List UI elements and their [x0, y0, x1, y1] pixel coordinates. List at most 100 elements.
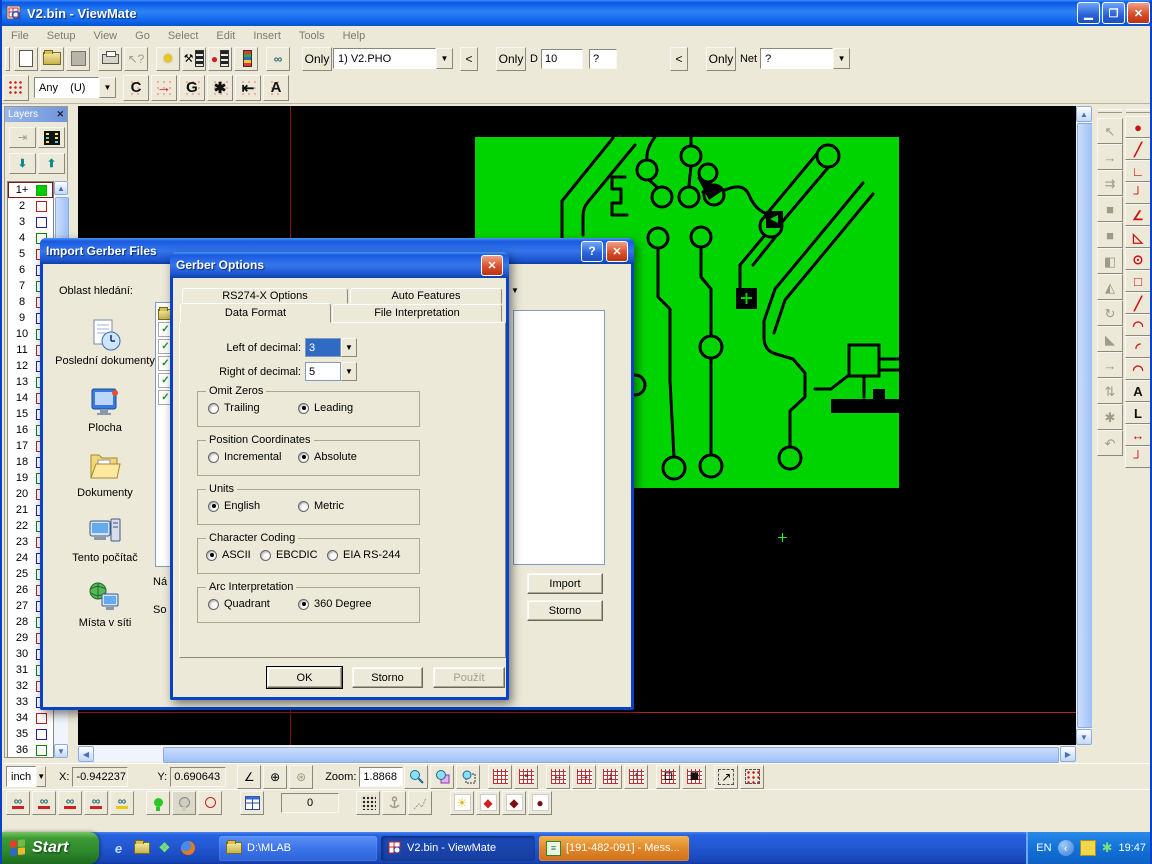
canvas-vscrollbar[interactable]: ▲ ▼: [1076, 106, 1092, 745]
new-file-button[interactable]: [14, 47, 38, 71]
corner-trace-tool-button[interactable]: ┘: [1125, 182, 1151, 204]
film-setup-button[interactable]: ⚒: [182, 47, 206, 71]
layer-row[interactable]: 35: [8, 726, 53, 742]
dialog-close-button[interactable]: ✕: [481, 255, 503, 276]
only-layer-button[interactable]: Only: [302, 47, 332, 71]
radio-quadrant[interactable]: Quadrant: [208, 598, 270, 610]
radio-eia-rs244[interactable]: EIA RS-244: [327, 549, 400, 561]
pattern-diamond-icon[interactable]: ◆: [476, 791, 500, 815]
tray-flower-icon[interactable]: ✱: [1102, 840, 1113, 856]
radio-incremental[interactable]: Incremental: [208, 451, 281, 463]
vector-path-button[interactable]: [408, 791, 432, 815]
film-dcode-button[interactable]: ●: [208, 47, 232, 71]
place-recent-documents[interactable]: Poslední dokumenty: [55, 318, 155, 367]
quicklaunch-book-icon[interactable]: ❖: [155, 839, 174, 858]
settings-tool-button[interactable]: ✱: [1097, 404, 1123, 430]
bend-tool-button[interactable]: ┘: [1125, 446, 1151, 468]
taskbar-task-messenger[interactable]: ≡ [191-482-091] - Mess...: [539, 836, 689, 861]
zoom-input[interactable]: 1.8868: [359, 767, 403, 787]
pad-flash-tool-button[interactable]: ●: [1125, 116, 1151, 138]
toolbar-grip[interactable]: [5, 47, 10, 71]
ok-button[interactable]: OK: [267, 667, 342, 688]
layer-scroll-down-icon[interactable]: ▼: [54, 744, 68, 758]
layer-move-down-button[interactable]: ⬇: [9, 153, 36, 174]
title-bar[interactable]: V2.bin - ViewMate ▁ ❐ ✕: [2, 0, 1152, 26]
place-documents[interactable]: Dokumenty: [55, 450, 155, 499]
rectangle-tool-button[interactable]: □: [1125, 270, 1151, 292]
layer-order-button[interactable]: [38, 127, 65, 148]
polyline-tool-button[interactable]: ∟: [1125, 160, 1151, 182]
dcode-pattern-toggle-button[interactable]: [3, 75, 29, 101]
radio-trailing[interactable]: Trailing: [208, 402, 260, 414]
arc-tool-button[interactable]: ◠: [1125, 314, 1151, 336]
triangle-tool-button[interactable]: ◺: [1125, 226, 1151, 248]
unit-combo[interactable]: inch ▼: [6, 766, 46, 787]
layer-color-swatch[interactable]: [36, 201, 47, 212]
only-net-button[interactable]: Only: [706, 47, 736, 71]
text-tool-button[interactable]: A: [1125, 380, 1151, 402]
place-my-computer[interactable]: Tento počítač: [55, 515, 155, 564]
restore-button[interactable]: ❐: [1102, 2, 1125, 24]
layer-row[interactable]: 3: [8, 214, 53, 230]
dialog-help-button[interactable]: ?: [581, 241, 603, 262]
left-of-decimal-combo[interactable]: 3 ▼: [305, 338, 357, 357]
layer-move-up-button[interactable]: ⬆: [38, 153, 65, 174]
dcode-text-tool-button[interactable]: A: [263, 75, 289, 101]
highlight-query-button[interactable]: [198, 791, 222, 815]
hscroll-thumb[interactable]: [163, 747, 1059, 763]
view-sketch-icon[interactable]: ∞: [110, 791, 134, 815]
chevron-down-icon[interactable]: ▼: [99, 77, 116, 98]
scroll-up-icon[interactable]: ▲: [1076, 106, 1092, 122]
layer-color-swatch[interactable]: [36, 217, 47, 228]
transfer-dcode-tool-button[interactable]: →: [1097, 144, 1123, 170]
dcode-c-tool-button[interactable]: C: [123, 75, 149, 101]
start-button[interactable]: Start: [2, 832, 99, 864]
scale-tool-button[interactable]: ◣: [1097, 326, 1123, 352]
menu-item[interactable]: View: [84, 28, 126, 44]
menu-item[interactable]: Tools: [290, 28, 334, 44]
diagonal-trace-tool-button[interactable]: ╱: [1125, 292, 1151, 314]
curve-tool-button[interactable]: ◠: [1125, 358, 1151, 380]
dot-grid-button[interactable]: [356, 791, 380, 815]
radio-metric[interactable]: Metric: [298, 500, 344, 512]
cancel-button[interactable]: Storno: [352, 667, 423, 688]
highlight-off-button[interactable]: [172, 791, 196, 815]
tray-notes-icon[interactable]: [1080, 840, 1096, 856]
prev-layer-button[interactable]: <: [460, 47, 478, 71]
only-dcode-button[interactable]: Only: [496, 47, 526, 71]
rotate-tool-button[interactable]: ↻: [1097, 300, 1123, 326]
pattern-starburst-icon[interactable]: ☀: [450, 791, 474, 815]
chevron-down-icon[interactable]: ▼: [36, 766, 46, 787]
pan-right-icon[interactable]: →: [572, 765, 596, 789]
redraw-button[interactable]: ✸: [156, 47, 180, 71]
mirror-vertical-tool-button[interactable]: ◭: [1097, 274, 1123, 300]
pattern-diamond-small-icon[interactable]: ◆: [502, 791, 526, 815]
tab-data-format[interactable]: Data Format: [180, 303, 331, 323]
mirror-horizontal-tool-button[interactable]: ◧: [1097, 248, 1123, 274]
pan-down-icon[interactable]: ↓: [598, 765, 622, 789]
select-area-button[interactable]: [740, 765, 764, 789]
taskbar-task-mlab[interactable]: D:\MLAB: [219, 836, 377, 861]
dcode-type-combo[interactable]: Any (U) ▼: [34, 77, 116, 98]
layer-color-swatch[interactable]: [36, 713, 47, 724]
view-outlines-icon[interactable]: ∞: [84, 791, 108, 815]
net-combo[interactable]: ? ▼: [760, 48, 850, 69]
origin-button[interactable]: ⊕: [263, 765, 287, 789]
scroll-down-icon[interactable]: ▼: [1076, 729, 1092, 745]
layer-scroll-up-icon[interactable]: ▲: [54, 181, 68, 195]
move-feature-tool-button[interactable]: →: [1097, 352, 1123, 378]
zoom-tool-button[interactable]: [404, 765, 428, 789]
grid-snap-button[interactable]: ▫: [514, 765, 538, 789]
layer-color-swatch[interactable]: [36, 745, 47, 756]
menu-item[interactable]: File: [2, 28, 38, 44]
dialog-close-button[interactable]: ✕: [606, 241, 628, 262]
dimension-tool-button[interactable]: ↔: [1125, 424, 1151, 446]
line-tool-button[interactable]: ╱: [1125, 138, 1151, 160]
menu-item[interactable]: Go: [126, 28, 159, 44]
tab-file-interpretation[interactable]: File Interpretation: [332, 304, 502, 322]
toolbar-grip[interactable]: [1098, 109, 1122, 113]
print-button[interactable]: [98, 47, 122, 71]
prev-dcode-button[interactable]: <: [670, 47, 688, 71]
taskbar-task-viewmate[interactable]: V2.bin - ViewMate: [381, 836, 535, 861]
zoom-grid-button[interactable]: [430, 765, 454, 789]
